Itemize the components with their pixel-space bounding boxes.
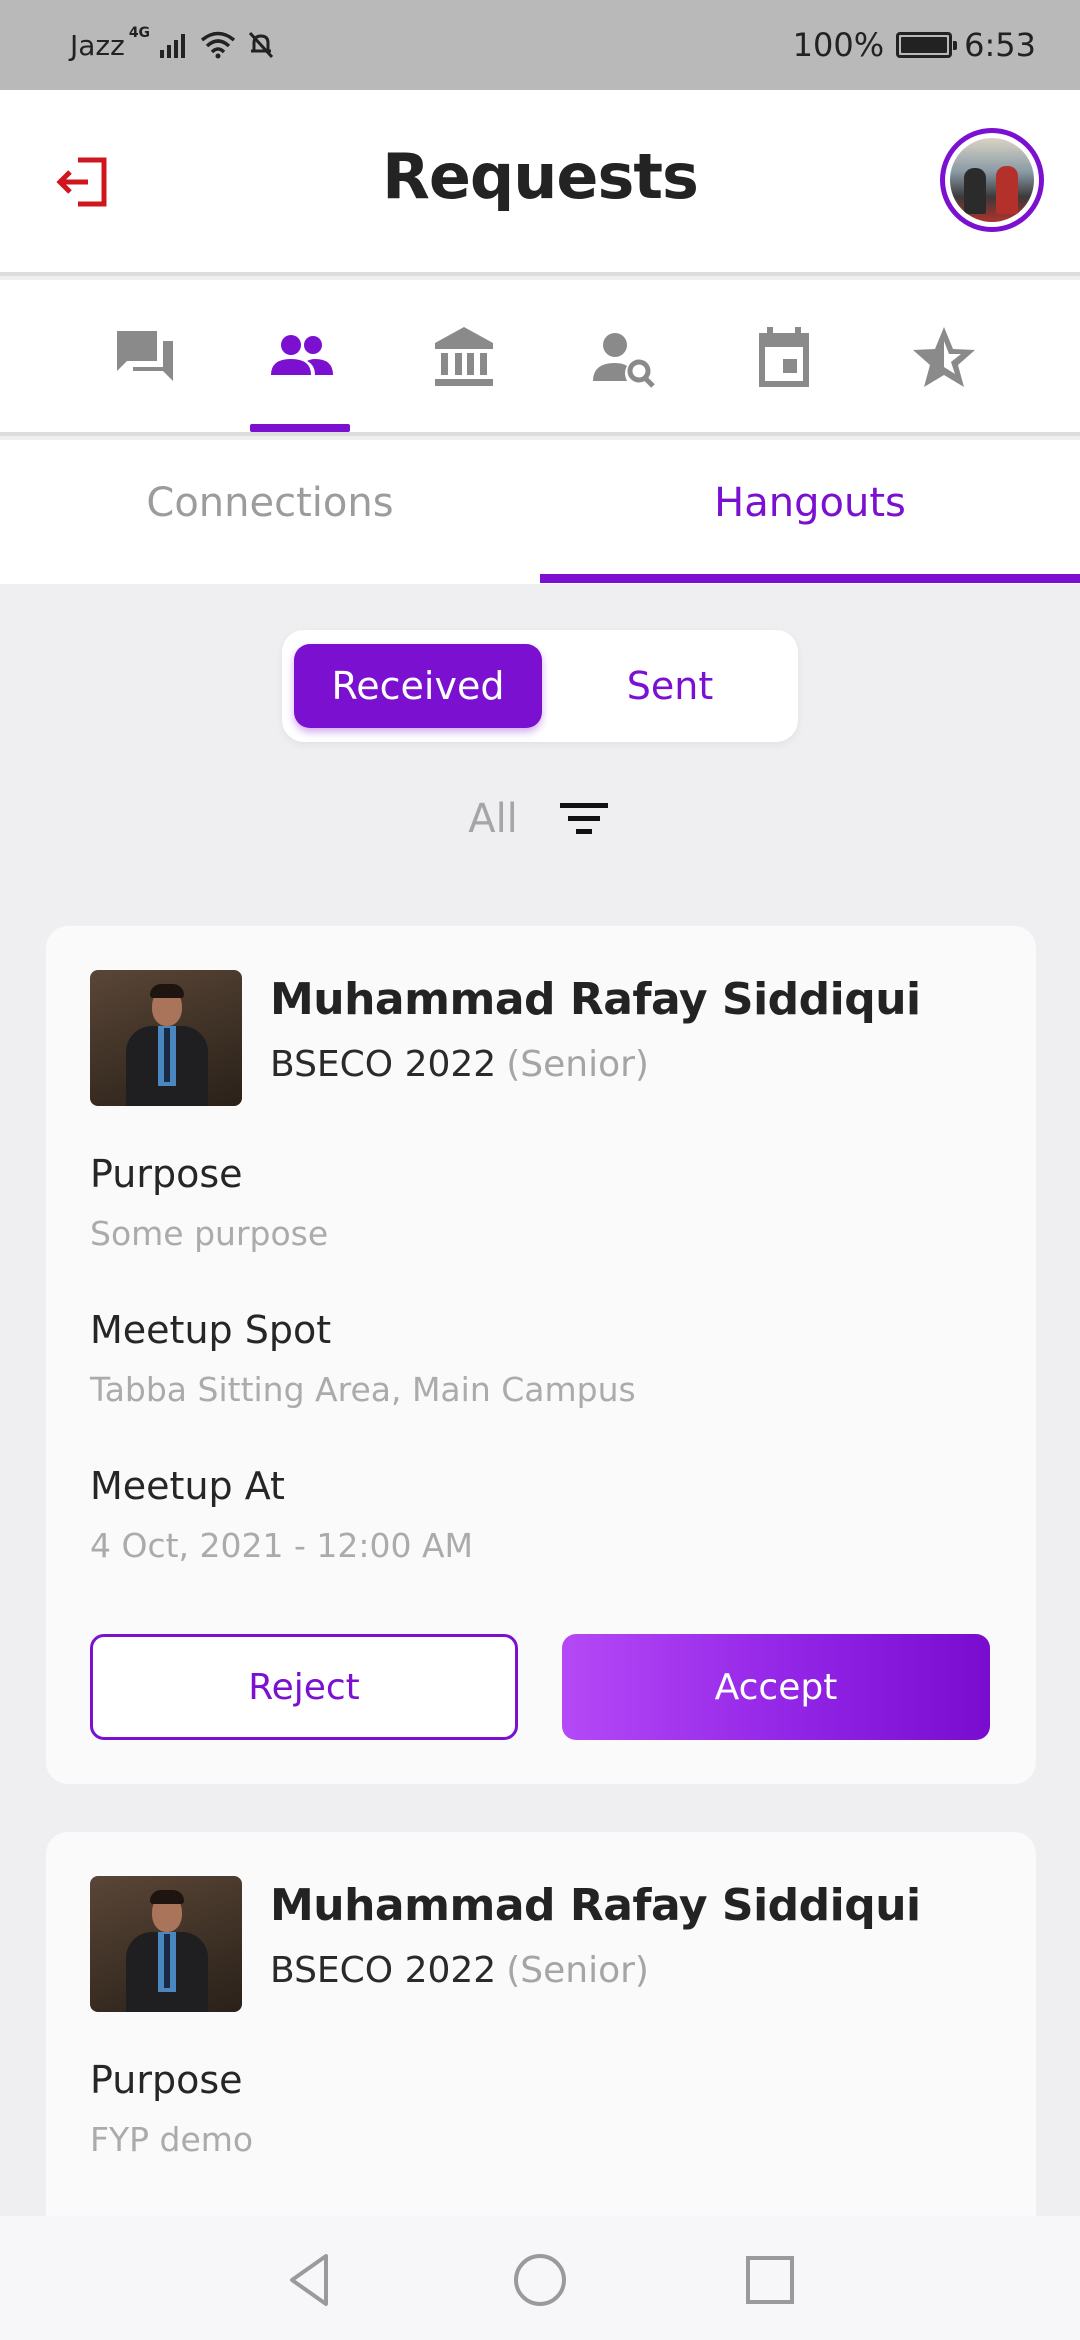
mute-notification-icon <box>248 31 274 59</box>
app-header: Requests <box>0 90 1080 276</box>
active-nav-indicator <box>250 424 350 432</box>
nav-chat[interactable] <box>106 318 186 398</box>
star-icon <box>913 327 975 387</box>
sent-button[interactable]: Sent <box>552 644 788 728</box>
level-label: (Senior) <box>506 1950 649 1991</box>
network-type: 4G <box>128 25 151 41</box>
nav-people[interactable] <box>262 318 342 398</box>
section-nav <box>0 280 1080 436</box>
tab-hangouts[interactable]: Hangouts <box>540 480 1080 526</box>
received-button[interactable]: Received <box>294 644 542 728</box>
nav-find-person[interactable] <box>584 318 664 398</box>
nav-institution[interactable] <box>424 318 504 398</box>
requester-name: Muhammad Rafay Siddiqui <box>270 974 921 1025</box>
meetup-at-value: 4 Oct, 2021 - 12:00 AM <box>90 1526 474 1565</box>
requester-name: Muhammad Rafay Siddiqui <box>270 1880 921 1931</box>
signal-icon <box>160 34 186 58</box>
program-label: BSECO 2022 <box>270 1044 497 1085</box>
calendar-icon <box>759 327 809 387</box>
filter-label: All <box>468 796 518 842</box>
level-label: (Senior) <box>506 1044 649 1085</box>
people-icon <box>271 335 333 375</box>
program-label: BSECO 2022 <box>270 1950 497 1991</box>
avatar-photo <box>950 138 1034 222</box>
requester-program: BSECO 2022 (Senior) <box>270 1044 649 1085</box>
accept-button[interactable]: Accept <box>562 1634 990 1740</box>
battery-percent: 100% <box>792 26 885 64</box>
requester-photo <box>90 1876 242 2012</box>
person-search-icon <box>593 333 655 388</box>
home-icon[interactable] <box>510 2250 570 2310</box>
meetup-spot-label: Meetup Spot <box>90 1308 332 1352</box>
wifi-icon <box>200 31 236 59</box>
filter-bar[interactable]: All <box>0 796 1080 842</box>
requester-photo <box>90 970 242 1106</box>
meetup-spot-value: Tabba Sitting Area, Main Campus <box>90 1370 636 1409</box>
purpose-value: FYP demo <box>90 2120 254 2159</box>
nav-calendar[interactable] <box>744 318 824 398</box>
reject-button[interactable]: Reject <box>90 1634 518 1740</box>
status-left: Jazz 4G <box>70 25 276 62</box>
chat-icon <box>117 331 173 381</box>
carrier-label: Jazz <box>70 28 125 62</box>
profile-avatar[interactable] <box>940 128 1044 232</box>
institution-icon <box>435 327 493 386</box>
battery-icon <box>896 32 958 58</box>
purpose-value: Some purpose <box>90 1214 329 1253</box>
purpose-label: Purpose <box>90 1152 243 1196</box>
clock: 6:53 <box>964 26 1036 64</box>
recents-icon[interactable] <box>740 2250 800 2310</box>
requester-program: BSECO 2022 (Senior) <box>270 1950 649 1991</box>
page-title: Requests <box>382 140 699 213</box>
tab-connections[interactable]: Connections <box>0 480 540 526</box>
nav-favorites[interactable] <box>904 318 984 398</box>
filter-icon[interactable] <box>556 799 612 839</box>
back-icon[interactable] <box>280 2250 340 2310</box>
request-tabs: Connections Hangouts <box>0 440 1080 584</box>
status-right: 100% 6:53 <box>793 26 1036 64</box>
status-bar: Jazz 4G 100% 6:53 <box>0 0 1080 90</box>
system-nav-bar <box>0 2216 1080 2340</box>
meetup-at-label: Meetup At <box>90 1464 285 1508</box>
active-tab-indicator <box>540 574 1080 583</box>
received-sent-toggle: Received Sent <box>282 630 798 742</box>
purpose-label: Purpose <box>90 2058 243 2102</box>
hangout-request-card: Muhammad Rafay Siddiqui BSECO 2022 (Senio… <box>46 926 1036 1784</box>
